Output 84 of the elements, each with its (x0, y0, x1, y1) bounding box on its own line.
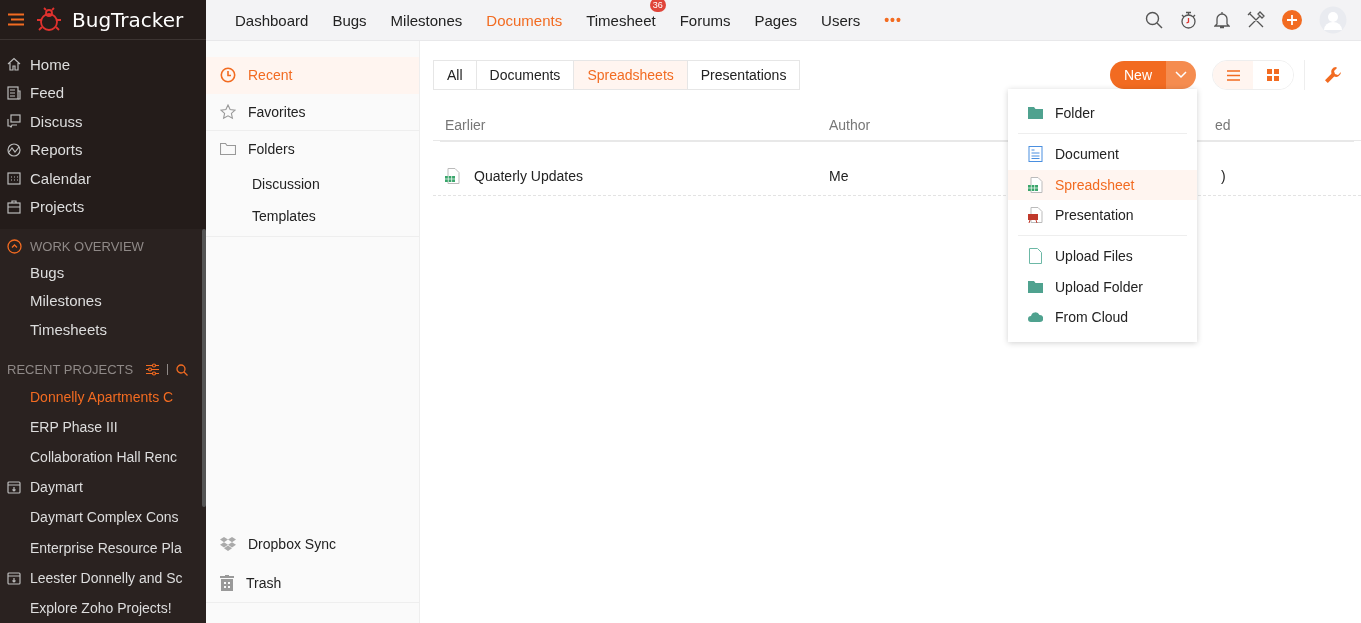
nav-tab[interactable]: Milestones (390, 11, 463, 29)
folder-nav-item[interactable]: Folders (206, 131, 419, 168)
search-icon[interactable] (176, 363, 188, 376)
add-icon[interactable] (1282, 10, 1302, 30)
sidebar-item[interactable]: Timesheets (0, 315, 206, 344)
project-item[interactable]: Daymart (0, 472, 206, 503)
nav-tab[interactable]: Forums (679, 11, 731, 29)
feed-icon (7, 85, 21, 100)
menu-item[interactable]: Upload Folder (1008, 271, 1197, 302)
subfolder-item[interactable]: Templates (206, 200, 419, 232)
menu-item[interactable]: Folder (1008, 98, 1197, 129)
project-item[interactable]: ERP Phase III (0, 411, 206, 442)
search-icon[interactable] (1145, 11, 1163, 29)
calendar-icon (7, 171, 21, 186)
caret-button[interactable] (1166, 61, 1196, 89)
folder-nav-item[interactable]: Dropbox Sync (206, 525, 419, 564)
menu-item[interactable]: Presentation (1008, 199, 1197, 231)
filter-tab[interactable]: Presentations (687, 61, 800, 89)
reports-icon (7, 142, 21, 157)
sidebar-item[interactable]: Milestones (0, 286, 206, 315)
star-icon (220, 104, 236, 120)
folder-icon (1028, 107, 1043, 120)
folder-icon (220, 142, 236, 156)
section-title: WORK OVERVIEW (30, 238, 144, 254)
nav-tab[interactable]: Bugs (332, 11, 367, 29)
sidebar-item[interactable]: Bugs (0, 258, 206, 287)
spreadsheet-icon (1028, 176, 1043, 193)
subfolder-item[interactable]: Discussion (206, 168, 419, 200)
settings-icon[interactable] (1325, 67, 1341, 83)
spreadsheet-icon (445, 168, 460, 184)
dropbox-icon (220, 537, 236, 551)
sidebar-item[interactable]: Feed (0, 78, 206, 107)
file-name[interactable]: Quaterly Updates (474, 168, 583, 184)
nav-tab[interactable]: Timesheet (586, 11, 656, 29)
project-item[interactable]: Donnelly Apartments C (0, 381, 206, 412)
projects-icon (7, 199, 21, 214)
filter-tab[interactable]: All (434, 61, 477, 89)
sidebar-item[interactable]: Home (0, 50, 206, 79)
menu-item[interactable]: Upload Files (1008, 241, 1197, 272)
menu-item[interactable]: Document (1008, 139, 1197, 170)
trash-icon (220, 575, 234, 591)
bug-logo-icon (36, 6, 62, 33)
nav-tab[interactable]: Users (821, 11, 861, 29)
project-item[interactable]: Leester Donnelly and Sc (0, 562, 206, 593)
presentation-icon (1028, 207, 1043, 224)
cloud-icon (1028, 311, 1043, 322)
filter-icon[interactable] (146, 363, 159, 376)
menu-icon[interactable] (8, 13, 24, 26)
table-cell-text: Me (829, 168, 850, 184)
sidebar-item[interactable]: Calendar (0, 164, 206, 193)
collapse-icon[interactable] (7, 238, 22, 254)
caret-icon (1175, 71, 1187, 79)
folder-icon (1028, 280, 1043, 293)
column-header: Author (829, 117, 872, 133)
column-header: Earlier (444, 117, 487, 133)
menu-item[interactable]: From Cloud (1008, 301, 1197, 333)
tools-icon[interactable] (1247, 11, 1265, 29)
nav-tab[interactable]: Dashboard (235, 11, 309, 29)
project-group-icon (7, 570, 21, 585)
clock-icon (220, 67, 236, 83)
project-group-icon (7, 480, 21, 495)
count-badge: 36 (649, 0, 666, 12)
sidebar-item[interactable]: Discuss (0, 107, 206, 136)
project-item[interactable]: Daymart Complex Cons (0, 502, 206, 533)
discuss-icon (7, 114, 21, 129)
project-item[interactable]: Explore Zoho Projects! (0, 592, 206, 623)
app-name: BugTracker (72, 7, 184, 32)
folder-nav-item[interactable]: Favorites (206, 94, 419, 131)
project-item[interactable]: Collaboration Hall Renc (0, 441, 206, 473)
grid-icon (1267, 69, 1279, 81)
stopwatch-icon[interactable] (1180, 11, 1197, 29)
column-header: ed (1215, 117, 1231, 133)
bell-icon[interactable] (1214, 11, 1230, 29)
project-item[interactable]: Enterprise Resource Pla (0, 532, 206, 563)
section-title: RECENT PROJECTS (7, 362, 134, 377)
list-icon (1226, 69, 1240, 81)
folder-nav-item[interactable]: Trash (206, 564, 419, 603)
table-cell-text: ) (1220, 168, 1226, 184)
document-icon (1028, 146, 1043, 163)
nav-tab[interactable]: Pages (754, 11, 798, 29)
file-icon (1028, 248, 1043, 265)
home-icon (7, 57, 21, 72)
sidebar-item[interactable]: Projects (0, 192, 206, 221)
sidebar-item[interactable]: Reports (0, 135, 206, 164)
